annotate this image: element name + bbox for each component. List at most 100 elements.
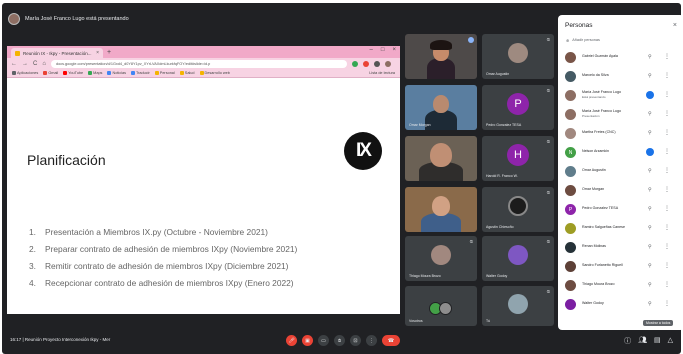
participant-tile[interactable]: ⦸ Walter Godoy xyxy=(482,236,554,281)
mic-off-icon: ⦸ xyxy=(546,88,550,94)
forward-icon[interactable]: → xyxy=(22,61,28,67)
participant-row[interactable]: Marcelo da Silva ⚲ ⋮ xyxy=(558,67,681,86)
pin-icon[interactable]: ⚲ xyxy=(648,168,652,174)
pin-icon[interactable]: ⚲ xyxy=(648,54,652,60)
pin-icon[interactable]: ⚲ xyxy=(648,187,652,193)
camera-toggle-button[interactable]: ▣ xyxy=(302,335,313,346)
pin-icon[interactable]: ⚲ xyxy=(648,73,652,79)
participant-tile[interactable]: Omar Morgan xyxy=(405,85,477,130)
participant-name: Marcelo da Silva xyxy=(582,73,609,77)
bookmark-item[interactable]: Gmail xyxy=(43,71,58,75)
end-call-button[interactable]: ☎︎ xyxy=(382,335,400,346)
participant-tile[interactable]: P ⦸ Pedro Gonzalez TESA xyxy=(482,85,554,130)
more-options-icon[interactable]: ⋮ xyxy=(664,300,670,307)
participant-tile[interactable]: H ⦸ Harold R. Franco W. xyxy=(482,136,554,181)
address-bar[interactable]: docs.google.com/presentation/d/1Gxd4_d0Y… xyxy=(50,59,347,68)
participant-row[interactable]: N Nelson Arzamkin ⋮ xyxy=(558,143,681,162)
more-options-icon[interactable]: ⋮ xyxy=(664,72,670,79)
bookmark-item[interactable]: Noticias xyxy=(107,71,126,75)
participant-tile[interactable] xyxy=(405,187,477,232)
participant-row[interactable]: Sandro Furlanetto Riguell ⚲ ⋮ xyxy=(558,257,681,276)
extension-icon[interactable] xyxy=(373,60,380,67)
reload-icon[interactable]: C xyxy=(33,61,37,67)
more-options-icon[interactable]: ⋮ xyxy=(664,110,670,117)
extension-icon[interactable] xyxy=(362,60,369,67)
pin-icon[interactable]: ⚲ xyxy=(648,111,652,117)
pin-icon[interactable]: ⚲ xyxy=(648,130,652,136)
more-options-icon[interactable]: ⋮ xyxy=(664,91,670,98)
people-icon[interactable]: 👥︎ xyxy=(638,336,647,346)
new-tab-button[interactable]: + xyxy=(107,48,111,58)
pin-icon[interactable]: ⚲ xyxy=(648,244,652,250)
more-options-icon[interactable]: ⋮ xyxy=(664,243,670,250)
minimize-button[interactable]: – xyxy=(370,47,373,53)
close-icon[interactable]: × xyxy=(673,22,677,29)
participant-tile[interactable] xyxy=(405,136,477,181)
bookmark-item[interactable]: Salud xyxy=(179,71,195,75)
more-options-icon[interactable]: ⋮ xyxy=(664,129,670,136)
add-people-button[interactable]: ⊕ Añadir personas xyxy=(558,35,681,45)
bookmark-item[interactable]: Desarrollo web xyxy=(199,71,230,75)
mic-off-icon: ⦸ xyxy=(546,37,550,43)
self-tile[interactable]: ⦸ Tú xyxy=(482,286,554,326)
more-options-icon[interactable]: ⋮ xyxy=(664,281,670,288)
more-options-icon[interactable]: ⋮ xyxy=(664,148,670,155)
participant-tile[interactable]: ⦸ Omar Augustin xyxy=(482,34,554,79)
participant-row[interactable]: P Pedro Gonzalez TESA ⚲ ⋮ xyxy=(558,200,681,219)
back-icon[interactable]: ← xyxy=(11,61,17,67)
bookmark-item[interactable]: Personal xyxy=(154,71,175,75)
participant-name: Thiago Moura Brozo xyxy=(409,274,441,278)
reading-list[interactable]: Lista de lectura xyxy=(369,71,395,75)
pin-icon[interactable]: ⚲ xyxy=(648,263,652,269)
bookmark-item[interactable]: Traducir xyxy=(130,71,150,75)
participant-row[interactable]: Walter Godoy ⚲ ⋮ xyxy=(558,295,681,314)
pin-icon[interactable]: ⚲ xyxy=(648,282,652,288)
participant-avatar: N xyxy=(565,147,576,158)
participant-tile[interactable]: Vosotros xyxy=(405,286,477,326)
participant-avatar xyxy=(565,71,576,82)
participant-row[interactable]: María José Franco Lugo Está presentando ⋮ xyxy=(558,86,681,105)
activities-icon[interactable]: △ xyxy=(668,336,673,346)
participant-tile[interactable] xyxy=(405,34,477,79)
participant-row[interactable]: Omar Morgan ⚲ ⋮ xyxy=(558,181,681,200)
participant-row[interactable]: Martha Fretes (CNC) ⚲ ⋮ xyxy=(558,124,681,143)
participant-row[interactable]: Ramiro Salgueñas Canese ⚲ ⋮ xyxy=(558,219,681,238)
close-window-button[interactable]: × xyxy=(392,47,396,53)
participant-row[interactable]: Renan Molinas ⚲ ⋮ xyxy=(558,238,681,257)
more-options-icon[interactable]: ⋮ xyxy=(664,205,670,212)
mic-toggle-button[interactable]: 🎤︎ xyxy=(286,335,297,346)
profile-avatar[interactable] xyxy=(384,60,391,67)
participant-row[interactable]: María José Franco Lugo Presentación ⚲ ⋮ xyxy=(558,105,681,124)
tab-close-icon[interactable]: × xyxy=(96,50,99,56)
maximize-button[interactable]: □ xyxy=(381,47,385,53)
present-button[interactable]: ⊡ xyxy=(350,335,361,346)
pin-icon[interactable]: ⚲ xyxy=(648,225,652,231)
bookmark-item[interactable]: Aplicaciones xyxy=(12,71,38,75)
info-icon[interactable]: ⓘ xyxy=(624,336,631,346)
more-options-icon[interactable]: ⋮ xyxy=(664,224,670,231)
participant-row[interactable]: Thiago Moura Brozo ⚲ ⋮ xyxy=(558,276,681,295)
bookmark-item[interactable]: Maps xyxy=(88,71,102,75)
participant-name: Agustín Chiesoño xyxy=(486,225,514,229)
home-icon[interactable]: ⌂ xyxy=(42,61,46,67)
more-options-icon[interactable]: ⋮ xyxy=(664,53,670,60)
more-options-icon[interactable]: ⋮ xyxy=(664,262,670,269)
extension-icon[interactable] xyxy=(351,60,358,67)
pin-icon[interactable]: ⚲ xyxy=(648,206,652,212)
captions-button[interactable]: ▭ xyxy=(318,335,329,346)
browser-tab[interactable]: Reunión IX - Ikpy - Presentación... × xyxy=(11,48,103,58)
more-options-icon[interactable]: ⋮ xyxy=(664,186,670,193)
bookmark-item[interactable]: YouTube xyxy=(63,71,83,75)
presenter-banner: María José Franco Lugo está presentando xyxy=(8,12,129,26)
pin-icon[interactable]: ⚲ xyxy=(648,301,652,307)
participant-tile[interactable]: ⦸ Agustín Chiesoño xyxy=(482,187,554,232)
participant-row[interactable]: Gabriel Guzmán Ayala ⚲ ⋮ xyxy=(558,48,681,67)
add-people-label: Añadir personas xyxy=(572,38,600,42)
participant-avatar xyxy=(565,166,576,177)
raise-hand-button[interactable]: ✋︎ xyxy=(334,335,345,346)
chat-icon[interactable]: ▤ xyxy=(654,336,661,346)
more-options-icon[interactable]: ⋮ xyxy=(664,167,670,174)
participant-tile[interactable]: ⦸ Thiago Moura Brozo xyxy=(405,236,477,281)
more-options-button[interactable]: ⋮ xyxy=(366,335,377,346)
participant-row[interactable]: Omar Augustin ⚲ ⋮ xyxy=(558,162,681,181)
